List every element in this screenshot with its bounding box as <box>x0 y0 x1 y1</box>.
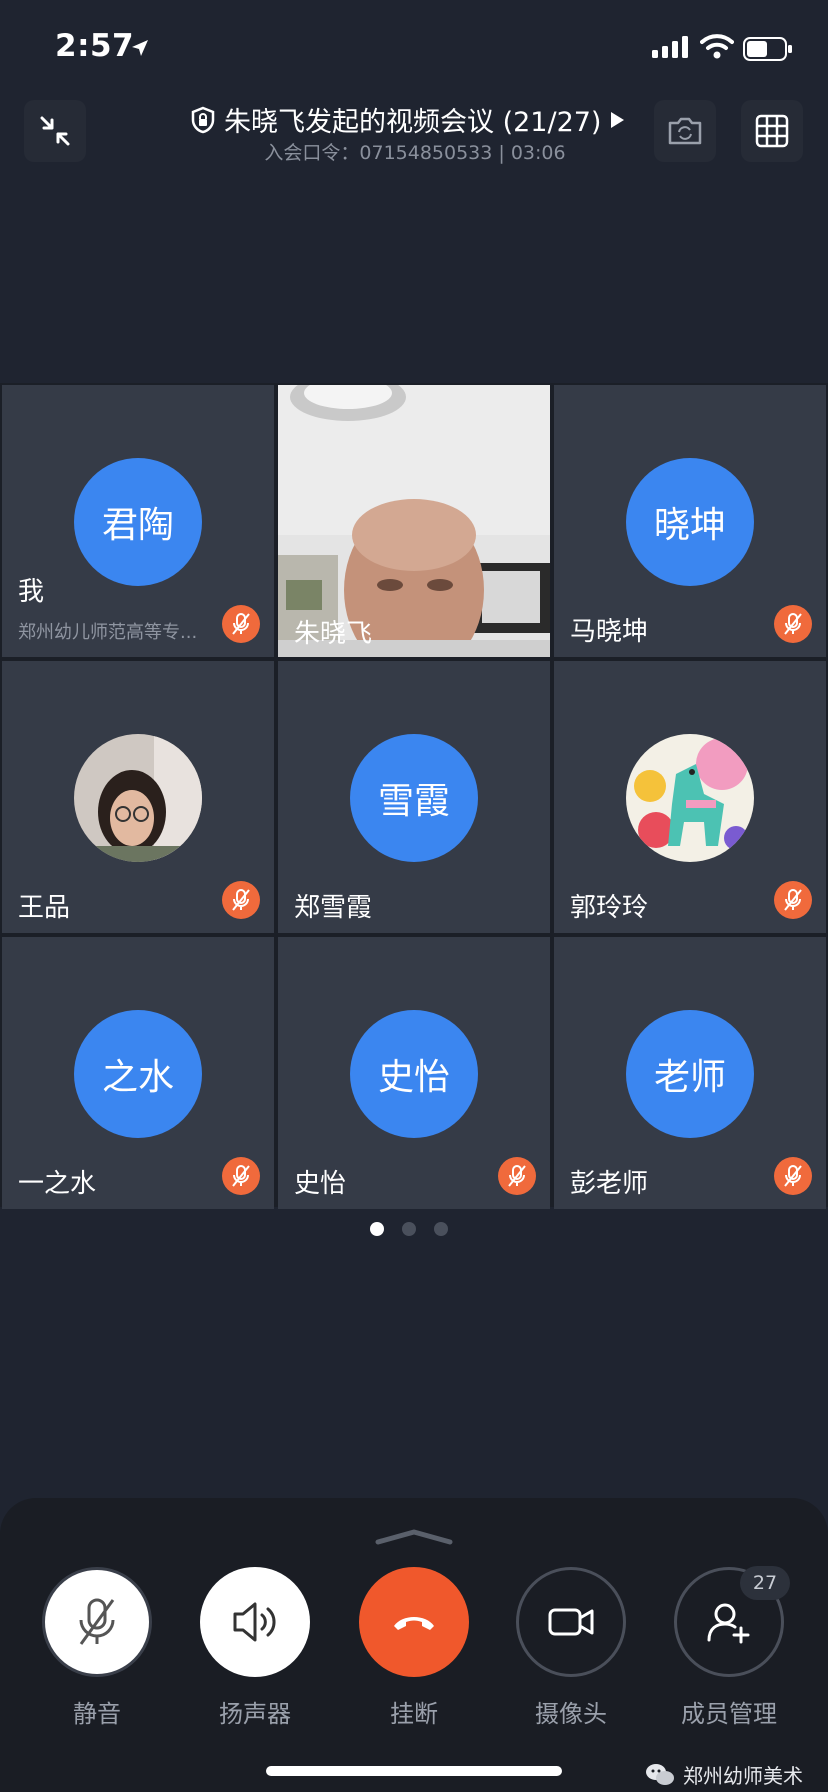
wechat-icon <box>646 1763 674 1785</box>
page-dot[interactable] <box>434 1222 448 1236</box>
mute-label: 静音 <box>73 1700 121 1728</box>
mic-off-icon <box>232 1165 250 1187</box>
participant-name: 朱晓飞 <box>294 619 373 649</box>
avatar: 君陶 <box>74 458 202 586</box>
speaker-icon <box>233 1602 276 1642</box>
participant-tile[interactable]: 晓坤 马晓坤 <box>554 385 826 657</box>
members-label: 成员管理 <box>681 1700 777 1728</box>
mic-off-icon <box>508 1165 526 1187</box>
meeting-title-row[interactable]: 朱晓飞发起的视频会议 (21/27) <box>190 100 640 139</box>
participant-grid: 君陶 我 郑州幼儿师范高等专... 朱晓飞 晓坤 马晓坤 王品 雪霞 郑雪霞 郭… <box>0 383 828 1209</box>
participant-tile[interactable]: 郭玲玲 <box>554 661 826 933</box>
chevron-up-icon[interactable] <box>374 1528 454 1546</box>
participant-tile[interactable]: 老师 彭老师 <box>554 937 826 1209</box>
location-arrow-icon <box>132 40 148 56</box>
muted-badge <box>774 605 812 643</box>
play-arrow-icon <box>611 111 625 128</box>
hangup-button[interactable] <box>359 1567 469 1677</box>
avatar: 晓坤 <box>626 458 754 586</box>
participant-tile[interactable]: 雪霞 郑雪霞 <box>278 661 550 933</box>
participant-name: 史怡 <box>294 1169 347 1199</box>
watermark-text: 郑州幼师美术 <box>683 1764 803 1788</box>
participant-tile[interactable]: 王品 <box>2 661 274 933</box>
hangup-label: 挂断 <box>390 1700 438 1728</box>
participant-name: 郑雪霞 <box>294 893 373 923</box>
meeting-code-timer: 入会口令：07154850533 | 03:06 <box>264 142 566 164</box>
avatar-photo <box>74 734 202 862</box>
member-count-badge: 27 <box>740 1566 790 1600</box>
camera-switch-icon <box>668 117 702 145</box>
mic-off-icon <box>784 889 802 911</box>
participant-name: 郭玲玲 <box>570 893 649 923</box>
mic-off-icon <box>784 613 802 635</box>
page-dot[interactable] <box>402 1222 416 1236</box>
mute-button[interactable] <box>42 1567 152 1677</box>
cellular-signal-icon <box>652 36 688 58</box>
mic-off-icon <box>79 1598 115 1645</box>
wifi-icon <box>700 34 734 59</box>
mic-off-icon <box>784 1165 802 1187</box>
muted-badge <box>774 881 812 919</box>
watermark: 郑州幼师美术 <box>645 1760 803 1789</box>
participant-name: 彭老师 <box>570 1169 649 1199</box>
mic-off-icon <box>232 889 250 911</box>
avatar: 之水 <box>74 1010 202 1138</box>
participant-tile[interactable]: 之水 一之水 <box>2 937 274 1209</box>
minimize-button[interactable] <box>24 100 86 162</box>
avatar: 史怡 <box>350 1010 478 1138</box>
muted-badge <box>774 1157 812 1195</box>
speaker-label: 扬声器 <box>219 1700 291 1728</box>
camera-label: 摄像头 <box>535 1700 607 1728</box>
muted-badge <box>222 605 260 643</box>
collapse-arrows-icon <box>40 116 70 146</box>
meeting-title: 朱晓飞发起的视频会议 (21/27) <box>224 107 602 138</box>
participant-video-tile[interactable]: 朱晓飞 <box>278 385 550 657</box>
participant-name: 王品 <box>18 893 71 923</box>
muted-badge <box>222 1157 260 1195</box>
participant-name: 我 <box>18 577 45 607</box>
shield-lock-icon <box>191 106 215 133</box>
participant-tile[interactable]: 史怡 史怡 <box>278 937 550 1209</box>
switch-camera-button[interactable] <box>654 100 716 162</box>
muted-badge <box>222 881 260 919</box>
avatar: 老师 <box>626 1010 754 1138</box>
mic-off-icon <box>232 613 250 635</box>
battery-icon <box>743 37 792 61</box>
participant-name: 马晓坤 <box>570 617 649 647</box>
participant-tile[interactable]: 君陶 我 郑州幼儿师范高等专... <box>2 385 274 657</box>
camera-button[interactable] <box>516 1567 626 1677</box>
grid-view-button[interactable] <box>741 100 803 162</box>
muted-badge <box>498 1157 536 1195</box>
participant-name: 一之水 <box>18 1169 97 1199</box>
avatar-photo <box>626 734 754 862</box>
add-member-icon <box>707 1603 750 1644</box>
video-camera-icon <box>548 1608 594 1636</box>
grid-icon <box>755 114 789 148</box>
home-indicator[interactable] <box>266 1766 562 1776</box>
avatar: 雪霞 <box>350 734 478 862</box>
page-dot[interactable] <box>370 1222 384 1236</box>
participant-org: 郑州幼儿师范高等专... <box>18 622 198 643</box>
page-indicator[interactable] <box>370 1222 458 1238</box>
speaker-button[interactable] <box>200 1567 310 1677</box>
status-time: 2:57 <box>55 28 135 64</box>
phone-hangup-icon <box>394 1617 434 1630</box>
